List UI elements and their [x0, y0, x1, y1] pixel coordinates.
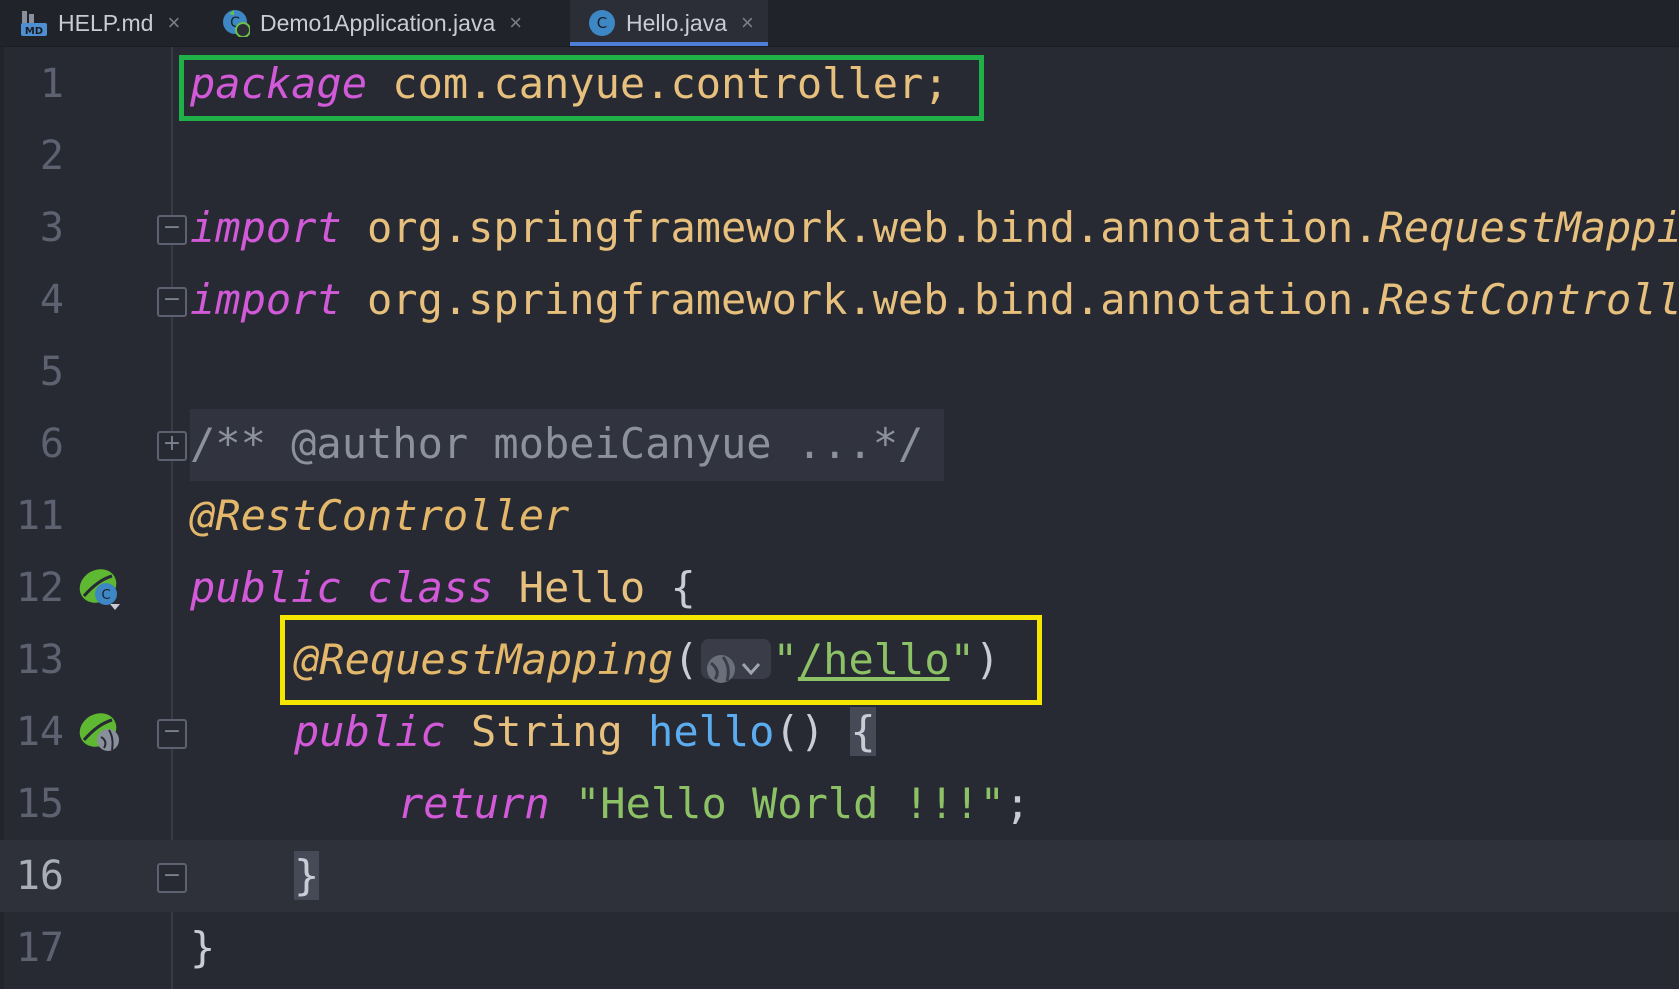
- string-literal: "Hello World !!!": [575, 779, 1005, 828]
- package-highlight-box: [179, 55, 984, 121]
- markdown-file-icon: MD: [20, 9, 48, 37]
- keyword: import: [190, 275, 342, 324]
- code-line: 5: [0, 336, 1679, 408]
- brace: }: [190, 923, 216, 972]
- line-number: 3: [39, 205, 64, 251]
- keyword: return: [398, 779, 550, 828]
- code-editor[interactable]: 1 package com.canyue.controller; 2 3 − i…: [0, 47, 1679, 989]
- keyword: public: [190, 563, 342, 612]
- line-number: 11: [15, 493, 64, 539]
- line-content: import org.springframework.web.bind.anno…: [190, 264, 1679, 336]
- fold-collapse-icon[interactable]: −: [157, 215, 187, 245]
- line-number: 15: [15, 781, 64, 827]
- svg-text:C: C: [597, 14, 607, 32]
- fold-end-icon[interactable]: −: [157, 287, 187, 317]
- close-icon[interactable]: ×: [167, 10, 180, 36]
- spring-app-class-icon: C: [222, 9, 251, 38]
- fold-end-icon[interactable]: −: [157, 863, 187, 893]
- line-number: 14: [15, 709, 64, 755]
- import-class: RequestMapping;: [1378, 203, 1679, 252]
- line-number: 5: [39, 349, 64, 395]
- line-content: public String hello() {: [294, 696, 876, 768]
- request-mapping-highlight-box: [280, 615, 1042, 705]
- spring-bean-class-icon[interactable]: C: [78, 566, 122, 610]
- tab-label: Demo1Application.java: [260, 9, 496, 36]
- import-path: org.springframework.web.bind.annotation.: [341, 203, 1379, 252]
- import-path: org.springframework.web.bind.annotation.: [341, 275, 1379, 324]
- code-line: 11 @RestController: [0, 480, 1679, 552]
- line-number: 16: [15, 853, 64, 899]
- code-line: 6 + /** @author mobeiCanyue ...*/: [0, 408, 1679, 480]
- line-content: public class Hello {: [190, 552, 696, 624]
- parens: (): [774, 707, 826, 756]
- line-number: 6: [39, 421, 64, 467]
- keyword: public: [294, 707, 446, 756]
- close-icon[interactable]: ×: [509, 10, 522, 36]
- line-number: 17: [15, 925, 64, 971]
- line-content: }: [294, 840, 320, 912]
- line-content: import org.springframework.web.bind.anno…: [190, 192, 1679, 264]
- code-line: 17 }: [0, 912, 1679, 984]
- fold-expand-icon[interactable]: +: [157, 431, 187, 461]
- line-number: 4: [39, 277, 64, 323]
- svg-text:MD: MD: [25, 26, 43, 37]
- class-name: Hello: [518, 563, 646, 612]
- code-line: 15 return "Hello World !!!";: [0, 768, 1679, 840]
- spring-web-endpoint-icon[interactable]: [78, 710, 122, 754]
- svg-text:C: C: [101, 588, 110, 603]
- keyword: import: [190, 203, 342, 252]
- close-icon[interactable]: ×: [741, 10, 754, 36]
- semicolon: ;: [1004, 779, 1031, 828]
- java-class-icon: C: [588, 9, 616, 37]
- method-name: hello: [648, 707, 775, 756]
- folded-javadoc-comment[interactable]: /** @author mobeiCanyue ...*/: [190, 408, 923, 480]
- return-type: String: [471, 707, 623, 756]
- code-line: 4 − import org.springframework.web.bind.…: [0, 264, 1679, 336]
- keyword: class: [367, 563, 494, 612]
- code-line: 14 − public String hello() {: [0, 696, 1679, 768]
- tab-help-md[interactable]: MD HELP.md ×: [20, 0, 180, 46]
- tab-hello-java[interactable]: C Hello.java ×: [570, 0, 768, 46]
- matched-brace: {: [850, 707, 876, 756]
- line-content: }: [190, 912, 215, 984]
- tab-demo1application-java[interactable]: C Demo1Application.java ×: [222, 0, 522, 46]
- code-line: 3 − import org.springframework.web.bind.…: [0, 192, 1679, 264]
- tab-label: Hello.java: [626, 9, 727, 36]
- brace: {: [670, 563, 696, 612]
- line-number: 1: [39, 61, 64, 107]
- fold-collapse-icon[interactable]: −: [157, 719, 187, 749]
- line-number: 13: [15, 637, 64, 683]
- code-line-current: 16 − }: [0, 840, 1679, 912]
- editor-tab-bar: MD HELP.md × C Demo1Application.java × C…: [0, 0, 1679, 47]
- import-class: RestController;: [1378, 275, 1679, 324]
- code-line: 2: [0, 120, 1679, 192]
- annotation: @RestController: [190, 491, 570, 540]
- line-number: 2: [39, 133, 64, 179]
- code-line: 12 C public class Hello {: [0, 552, 1679, 624]
- line-number: 12: [15, 565, 64, 611]
- line-content: return "Hello World !!!";: [398, 768, 1030, 840]
- matched-brace: }: [294, 851, 320, 900]
- tab-label: HELP.md: [58, 9, 154, 36]
